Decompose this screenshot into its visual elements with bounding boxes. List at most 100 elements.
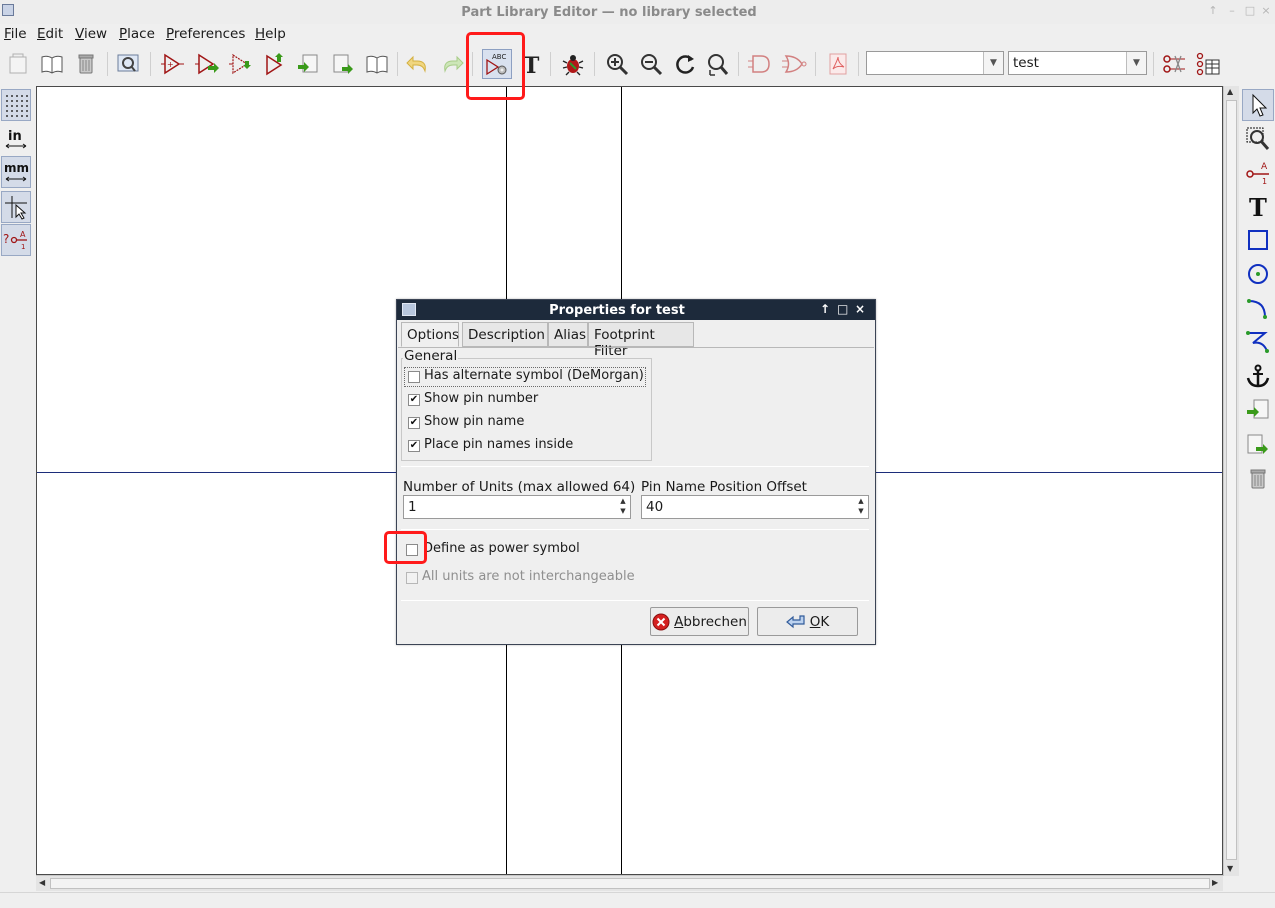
add-circle-icon[interactable] bbox=[1242, 258, 1274, 290]
scrollbar-thumb[interactable] bbox=[1226, 100, 1237, 860]
vertical-scrollbar[interactable]: ▲ ▼ bbox=[1223, 86, 1239, 876]
dialog-close-button[interactable]: × bbox=[855, 302, 865, 316]
horizontal-scrollbar[interactable]: ◀ ▶ bbox=[36, 875, 1223, 891]
library-book-icon[interactable] bbox=[363, 50, 391, 78]
spin-up-icon[interactable]: ▲ bbox=[856, 497, 866, 506]
tab-options[interactable]: Options bbox=[401, 322, 459, 347]
close-window-button[interactable]: × bbox=[1259, 4, 1273, 17]
undo-icon[interactable] bbox=[404, 50, 432, 78]
alternate-symbol-label: Has alternate symbol (DeMorgan) bbox=[424, 368, 644, 383]
keep-above-button[interactable]: ↑ bbox=[1206, 4, 1220, 17]
units-inches-icon[interactable]: in bbox=[1, 123, 31, 155]
add-polyline-icon[interactable] bbox=[1242, 326, 1274, 358]
redraw-icon[interactable] bbox=[671, 50, 699, 78]
place-pin-names-inside-checkbox[interactable]: ✔ bbox=[408, 440, 420, 452]
library-browser-search-icon[interactable] bbox=[114, 50, 142, 78]
library-browser-icon[interactable] bbox=[38, 50, 66, 78]
add-text-icon[interactable]: T bbox=[1242, 190, 1274, 222]
dialog-maximize-button[interactable]: □ bbox=[837, 302, 848, 316]
place-pin-names-inside-label: Place pin names inside bbox=[424, 437, 574, 452]
pin-table-icon[interactable] bbox=[1194, 50, 1222, 78]
tab-footprint-filter[interactable]: Footprint Filter bbox=[588, 322, 694, 359]
menu-help[interactable]: Help bbox=[255, 26, 286, 42]
zoom-in-icon[interactable] bbox=[603, 50, 631, 78]
tab-description[interactable]: Description bbox=[462, 322, 548, 347]
scroll-down-icon[interactable]: ▼ bbox=[1227, 864, 1233, 873]
pin-offset-spin-input[interactable]: 40 ▲ ▼ bbox=[641, 495, 869, 519]
import-graphic-icon[interactable] bbox=[1242, 394, 1274, 426]
scroll-left-icon[interactable]: ◀ bbox=[39, 878, 45, 887]
ok-button[interactable]: OK bbox=[757, 607, 858, 636]
select-working-library-icon[interactable] bbox=[4, 50, 32, 78]
chevron-down-icon: ▼ bbox=[1126, 52, 1146, 74]
save-part-icon[interactable] bbox=[227, 50, 255, 78]
cancel-button[interactable]: Abbrechen bbox=[650, 607, 749, 636]
spin-down-icon[interactable]: ▼ bbox=[856, 507, 866, 516]
demorgan-body-style-icon[interactable] bbox=[780, 50, 808, 78]
alternate-symbol-checkbox[interactable] bbox=[408, 371, 420, 383]
units-mm-icon[interactable]: mm bbox=[1, 156, 31, 188]
menu-file[interactable]: File bbox=[4, 26, 27, 42]
create-new-library-icon[interactable] bbox=[329, 50, 357, 78]
menu-place[interactable]: Place bbox=[119, 26, 155, 42]
cancel-icon bbox=[652, 613, 670, 630]
options-tab-pane: General Has alternate symbol (DeMorgan) … bbox=[398, 347, 874, 643]
highlight-power-symbol-checkbox bbox=[384, 531, 427, 564]
dialog-keep-above-button[interactable]: ↑ bbox=[820, 302, 830, 316]
svg-text:1: 1 bbox=[21, 243, 25, 251]
scroll-right-icon[interactable]: ▶ bbox=[1212, 878, 1218, 887]
tab-alias[interactable]: Alias bbox=[548, 322, 588, 347]
window-titlebar: Part Library Editor — no library selecte… bbox=[0, 0, 1275, 24]
zoom-to-fit-icon[interactable] bbox=[703, 50, 731, 78]
svg-text:T: T bbox=[523, 53, 540, 77]
svg-text:T: T bbox=[1249, 193, 1267, 219]
add-rectangle-icon[interactable] bbox=[1242, 224, 1274, 256]
zoom-selection-icon[interactable] bbox=[1242, 123, 1274, 155]
menu-preferences[interactable]: Preferences bbox=[166, 26, 245, 42]
scroll-up-icon[interactable]: ▲ bbox=[1227, 87, 1233, 96]
part-unit-select[interactable]: ▼ bbox=[866, 51, 1004, 75]
divider bbox=[401, 600, 869, 601]
pin-offset-label: Pin Name Position Offset bbox=[641, 479, 807, 495]
export-part-icon[interactable] bbox=[294, 50, 322, 78]
right-toolbar: A1 T bbox=[1240, 86, 1275, 886]
import-part-icon[interactable] bbox=[261, 50, 289, 78]
menu-edit[interactable]: Edit bbox=[37, 26, 63, 42]
grid-toggle-icon[interactable] bbox=[1, 89, 31, 121]
menu-bar: File Edit View Place Preferences Help bbox=[0, 24, 1275, 44]
ok-button-label: OK bbox=[809, 613, 830, 630]
full-cursor-icon[interactable] bbox=[1, 191, 31, 223]
status-bar bbox=[0, 892, 1275, 908]
export-graphic-icon[interactable] bbox=[1242, 429, 1274, 461]
scrollbar-thumb[interactable] bbox=[50, 878, 1210, 889]
delete-part-icon[interactable] bbox=[72, 50, 100, 78]
highlight-edit-properties-button bbox=[466, 32, 525, 100]
add-arc-icon[interactable] bbox=[1242, 292, 1274, 324]
redo-icon[interactable] bbox=[438, 50, 466, 78]
show-pin-number-checkbox[interactable]: ✔ bbox=[408, 394, 420, 406]
anchor-icon[interactable] bbox=[1242, 360, 1274, 392]
datasheet-pdf-icon[interactable] bbox=[824, 50, 852, 78]
menu-view[interactable]: View bbox=[75, 26, 107, 42]
units-interchangeable-checkbox[interactable] bbox=[406, 572, 418, 584]
check-pins-bug-icon[interactable] bbox=[559, 50, 587, 78]
window-title: Part Library Editor — no library selecte… bbox=[461, 5, 757, 20]
new-part-icon[interactable]: + bbox=[158, 50, 186, 78]
select-arrow-icon[interactable] bbox=[1242, 89, 1274, 121]
spin-down-icon[interactable]: ▼ bbox=[618, 507, 628, 516]
chevron-down-icon: ▼ bbox=[983, 52, 1003, 74]
maximize-button[interactable]: □ bbox=[1243, 4, 1257, 17]
load-part-icon[interactable] bbox=[193, 50, 221, 78]
zoom-out-icon[interactable] bbox=[637, 50, 665, 78]
pin-table-cut-icon[interactable] bbox=[1160, 50, 1188, 78]
show-pin-name-checkbox[interactable]: ✔ bbox=[408, 417, 420, 429]
show-pin-electrical-type-icon[interactable]: ? A 1 bbox=[1, 224, 31, 256]
normal-body-style-icon[interactable] bbox=[746, 50, 774, 78]
units-spin-input[interactable]: 1 ▲ ▼ bbox=[403, 495, 631, 519]
spin-up-icon[interactable]: ▲ bbox=[618, 497, 628, 506]
delete-item-icon[interactable] bbox=[1242, 463, 1274, 495]
body-style-select[interactable]: test ▼ bbox=[1008, 51, 1147, 75]
dialog-titlebar: Properties for test ↑ □ × bbox=[397, 300, 875, 320]
add-pin-icon[interactable]: A1 bbox=[1242, 156, 1274, 188]
minimize-button[interactable]: – bbox=[1225, 4, 1239, 17]
